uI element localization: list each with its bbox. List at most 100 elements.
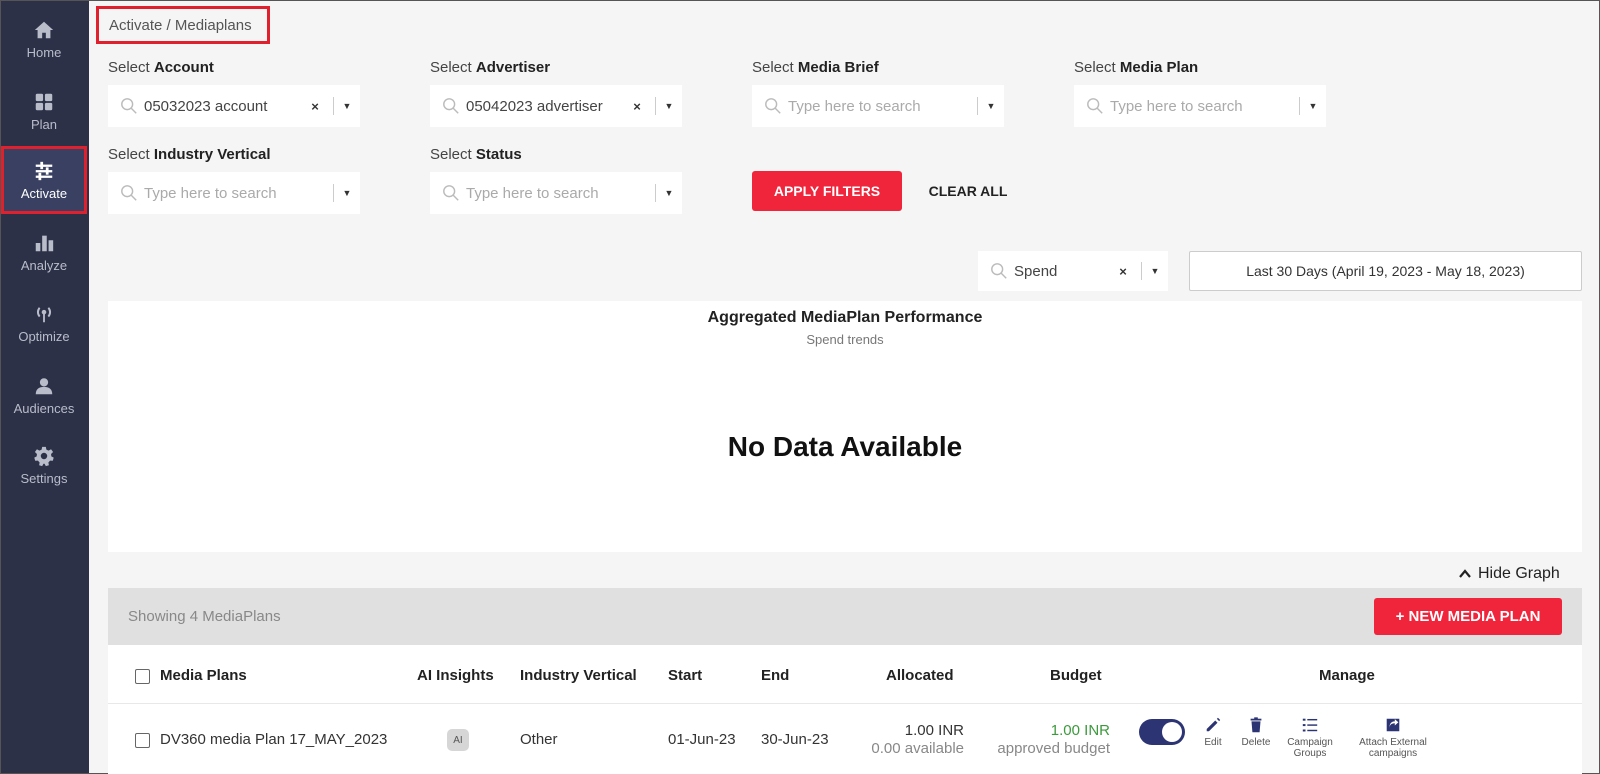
clear-icon[interactable]: ×	[307, 99, 323, 114]
account-value: 05032023 account	[144, 97, 268, 115]
delete-button[interactable]: Delete	[1236, 716, 1276, 748]
search-icon	[120, 97, 138, 115]
attach-external-campaigns-button[interactable]: Attach External campaigns	[1348, 716, 1438, 759]
label-prefix: Select	[108, 146, 154, 163]
label-bold: Industry Vertical	[153, 146, 271, 163]
chart-title: Aggregated MediaPlan Performance	[707, 309, 983, 326]
delete-label: Delete	[1241, 737, 1271, 748]
select-all-checkbox[interactable]	[135, 669, 150, 684]
search-icon	[764, 97, 782, 115]
chevron-up-icon	[1459, 569, 1471, 578]
person-icon	[32, 374, 56, 398]
search-icon	[1086, 97, 1104, 115]
breadcrumb: Activate / Mediaplans	[96, 6, 270, 44]
media-plan-label: Select Media Plan	[1074, 59, 1198, 76]
budget-amount: 1.00 INR	[1050, 722, 1110, 739]
sidebar-item-plan[interactable]: Plan	[1, 77, 87, 145]
sidebar-item-optimize[interactable]: Optimize	[1, 289, 87, 357]
label-prefix: Select	[430, 59, 476, 76]
sidebar-item-activate[interactable]: Activate	[1, 146, 87, 214]
label-bold: Advertiser	[475, 59, 551, 76]
account-select[interactable]: 05032023 account × ▼	[108, 85, 360, 127]
industry-vertical-select[interactable]: Type here to search ▼	[108, 172, 360, 214]
hide-graph-label: Hide Graph	[1478, 565, 1560, 582]
ai-insights-badge[interactable]: AI	[447, 729, 469, 751]
campaign-groups-label-line2: Groups	[1293, 748, 1327, 759]
industry-vertical-placeholder: Type here to search	[144, 184, 277, 202]
clear-icon[interactable]: ×	[1115, 264, 1131, 279]
search-icon	[120, 184, 138, 202]
budget-note: approved budget	[997, 740, 1110, 757]
industry-vertical-label: Select Industry Vertical	[108, 146, 271, 163]
advertiser-select[interactable]: 05042023 advertiser × ▼	[430, 85, 682, 127]
column-header-media-plans[interactable]: Media Plans	[160, 667, 247, 684]
media-brief-select[interactable]: Type here to search ▼	[752, 85, 1004, 127]
status-toggle[interactable]	[1139, 719, 1185, 745]
start-date-cell: 01-Jun-23	[668, 731, 736, 748]
chevron-down-icon[interactable]: ▼	[1300, 101, 1326, 111]
sidebar-item-analyze[interactable]: Analyze	[1, 218, 87, 286]
media-plan-name[interactable]: DV360 media Plan 17_MAY_2023	[160, 731, 387, 748]
label-prefix: Select	[430, 146, 476, 163]
chevron-down-icon[interactable]: ▼	[978, 101, 1004, 111]
metric-value: Spend	[1014, 262, 1058, 280]
campaign-groups-label-line1: Campaign	[1287, 737, 1333, 748]
column-header-end[interactable]: End	[761, 667, 789, 684]
label-bold: Status	[475, 146, 522, 163]
sliders-icon	[32, 159, 56, 183]
industry-vertical-cell: Other	[520, 731, 558, 748]
home-icon	[32, 18, 56, 42]
chart-panel: Aggregated MediaPlan Performance Spend t…	[108, 301, 1582, 552]
column-header-manage: Manage	[1319, 667, 1375, 684]
apply-filters-button[interactable]: APPLY FILTERS	[752, 171, 902, 211]
column-header-allocated[interactable]: Allocated	[886, 667, 954, 684]
sidebar-item-label: Plan	[30, 117, 58, 132]
row-checkbox[interactable]	[135, 733, 150, 748]
sidebar-item-label: Home	[26, 45, 62, 60]
metric-select[interactable]: Spend × ▼	[978, 251, 1168, 291]
allocated-amount: 1.00 INR	[904, 722, 964, 739]
sidebar-item-audiences[interactable]: Audiences	[1, 361, 87, 429]
campaign-groups-button[interactable]: Campaign Groups	[1280, 716, 1340, 759]
edit-label: Edit	[1204, 737, 1222, 748]
clear-all-button[interactable]: CLEAR ALL	[920, 171, 1016, 211]
chevron-down-icon[interactable]: ▼	[656, 101, 682, 111]
media-brief-label: Select Media Brief	[752, 59, 879, 76]
chevron-down-icon[interactable]: ▼	[1142, 266, 1168, 276]
status-placeholder: Type here to search	[466, 184, 599, 202]
clear-icon[interactable]: ×	[629, 99, 645, 114]
sidebar-item-settings[interactable]: Settings	[1, 431, 87, 499]
sidebar-item-label: Settings	[20, 471, 68, 486]
sidebar-item-home[interactable]: Home	[1, 5, 87, 73]
end-date-cell: 30-Jun-23	[761, 731, 829, 748]
allocated-available: 0.00 available	[871, 740, 964, 757]
sidebar: Home Plan Activate Analyze Optimize Audi…	[1, 1, 89, 773]
attach-label-line2: campaigns	[1368, 748, 1418, 759]
sidebar-item-label: Audiences	[13, 401, 75, 416]
column-header-start[interactable]: Start	[668, 667, 702, 684]
edit-button[interactable]: Edit	[1196, 716, 1230, 748]
media-brief-placeholder: Type here to search	[788, 97, 921, 115]
sidebar-item-label: Activate	[20, 186, 68, 201]
media-plan-select[interactable]: Type here to search ▼	[1074, 85, 1326, 127]
label-prefix: Select	[108, 59, 154, 76]
no-data-message: No Data Available	[727, 431, 963, 462]
label-prefix: Select	[752, 59, 798, 76]
chevron-down-icon[interactable]: ▼	[656, 188, 682, 198]
showing-count: Showing 4 MediaPlans	[128, 608, 281, 625]
column-header-ai-insights[interactable]: AI Insights	[417, 667, 494, 684]
media-plans-table: Showing 4 MediaPlans + NEW MEDIA PLAN Me…	[108, 588, 1582, 774]
gear-icon	[32, 444, 56, 468]
list-icon	[1302, 718, 1318, 732]
new-media-plan-button[interactable]: + NEW MEDIA PLAN	[1374, 598, 1562, 635]
label-bold: Account	[153, 59, 214, 76]
hide-graph-toggle[interactable]: Hide Graph	[1458, 565, 1560, 583]
column-header-budget[interactable]: Budget	[1050, 667, 1102, 684]
date-range-picker[interactable]: Last 30 Days (April 19, 2023 - May 18, 2…	[1189, 251, 1582, 291]
status-select[interactable]: Type here to search ▼	[430, 172, 682, 214]
media-plan-placeholder: Type here to search	[1110, 97, 1243, 115]
column-header-industry-vertical[interactable]: Industry Vertical	[520, 667, 637, 684]
table-toolbar: Showing 4 MediaPlans + NEW MEDIA PLAN	[108, 588, 1582, 645]
chevron-down-icon[interactable]: ▼	[334, 188, 360, 198]
chevron-down-icon[interactable]: ▼	[334, 101, 360, 111]
